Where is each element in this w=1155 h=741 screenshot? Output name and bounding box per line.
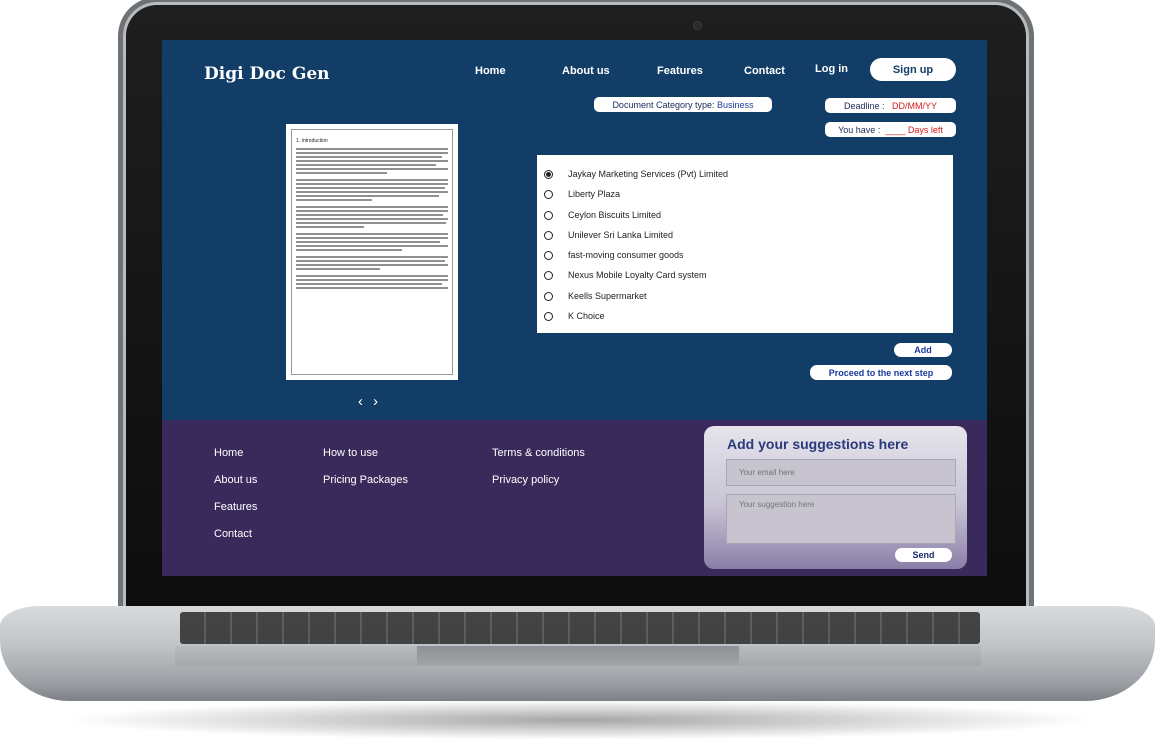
keyboard bbox=[180, 612, 980, 644]
footer-about[interactable]: About us bbox=[214, 474, 257, 486]
option-label: fast-moving consumer goods bbox=[568, 250, 684, 260]
deadline-value: DD/MM/YY bbox=[892, 100, 938, 111]
footer-pricing[interactable]: Pricing Packages bbox=[323, 474, 408, 486]
option-3[interactable]: Unilever Sri Lanka Limited bbox=[544, 228, 673, 242]
radio-icon[interactable] bbox=[544, 270, 553, 280]
trackpad-notch bbox=[417, 646, 739, 666]
email-field[interactable] bbox=[726, 459, 956, 486]
option-label: Nexus Mobile Loyalty Card system bbox=[568, 270, 707, 280]
signup-button[interactable]: Sign up bbox=[870, 58, 956, 81]
option-0[interactable]: Jaykay Marketing Services (Pvt) Limited bbox=[544, 167, 728, 181]
logo: Digi Doc Gen bbox=[204, 64, 330, 84]
login-link[interactable]: Log in bbox=[815, 63, 848, 75]
main-area: Digi Doc Gen Home About us Features Cont… bbox=[162, 40, 987, 420]
option-2[interactable]: Ceylon Biscuits Limited bbox=[544, 208, 661, 222]
option-5[interactable]: Nexus Mobile Loyalty Card system bbox=[544, 268, 707, 282]
deadline-label: Deadline : bbox=[843, 100, 885, 111]
footer-contact[interactable]: Contact bbox=[214, 528, 252, 540]
option-1[interactable]: Liberty Plaza bbox=[544, 187, 620, 201]
category-badge: Document Category type: Business bbox=[594, 97, 772, 112]
category-value: Business bbox=[717, 99, 754, 110]
nav-features[interactable]: Features bbox=[657, 65, 703, 77]
radio-icon[interactable] bbox=[544, 291, 553, 301]
company-options-list: Jaykay Marketing Services (Pvt) Limited … bbox=[537, 155, 953, 333]
days-left-label: You have : bbox=[838, 124, 881, 135]
option-label: Keells Supermarket bbox=[568, 291, 647, 301]
radio-icon[interactable] bbox=[544, 189, 553, 199]
footer-features[interactable]: Features bbox=[214, 501, 257, 513]
option-6[interactable]: Keells Supermarket bbox=[544, 289, 647, 303]
days-left-value: ____ Days left bbox=[885, 124, 943, 135]
suggestion-field[interactable] bbox=[726, 494, 956, 544]
nav-contact[interactable]: Contact bbox=[744, 65, 785, 77]
option-label: K Choice bbox=[568, 311, 605, 321]
radio-icon[interactable] bbox=[544, 210, 553, 220]
radio-icon[interactable] bbox=[544, 250, 553, 260]
radio-icon[interactable] bbox=[544, 230, 553, 240]
footer-terms[interactable]: Terms & conditions bbox=[492, 447, 585, 459]
proceed-button[interactable]: Proceed to the next step bbox=[810, 365, 952, 380]
document-preview: 1. Introduction bbox=[286, 124, 458, 380]
nav-home[interactable]: Home bbox=[475, 65, 506, 77]
chevron-right-icon[interactable]: › bbox=[373, 393, 378, 410]
suggestion-box: Add your suggestions here Send bbox=[704, 426, 967, 569]
footer-how-to-use[interactable]: How to use bbox=[323, 447, 378, 459]
option-7[interactable]: K Choice bbox=[544, 309, 605, 323]
suggestion-title: Add your suggestions here bbox=[727, 436, 909, 452]
screen: Digi Doc Gen Home About us Features Cont… bbox=[162, 40, 987, 576]
option-4[interactable]: fast-moving consumer goods bbox=[544, 248, 684, 262]
option-label: Unilever Sri Lanka Limited bbox=[568, 230, 674, 240]
option-label: Liberty Plaza bbox=[568, 189, 621, 199]
footer: Home About us Features Contact How to us… bbox=[162, 420, 987, 576]
footer-home[interactable]: Home bbox=[214, 447, 243, 459]
option-label: Jaykay Marketing Services (Pvt) Limited bbox=[568, 169, 729, 179]
days-left-badge: You have : ____ Days left bbox=[825, 122, 956, 137]
nav-about[interactable]: About us bbox=[562, 65, 610, 77]
camera-icon bbox=[693, 21, 702, 30]
chevron-left-icon[interactable]: ‹ bbox=[358, 393, 363, 410]
radio-icon[interactable] bbox=[544, 169, 553, 179]
footer-privacy[interactable]: Privacy policy bbox=[492, 474, 559, 486]
send-button[interactable]: Send bbox=[895, 548, 952, 562]
laptop-shadow bbox=[60, 700, 1100, 740]
category-label: Document Category type: bbox=[612, 99, 715, 110]
add-button[interactable]: Add bbox=[894, 343, 952, 357]
document-heading: 1. Introduction bbox=[296, 138, 328, 144]
radio-icon[interactable] bbox=[544, 311, 553, 321]
preview-pager: ‹ › bbox=[358, 393, 378, 410]
deadline-badge: Deadline : DD/MM/YY bbox=[825, 98, 956, 113]
option-label: Ceylon Biscuits Limited bbox=[568, 210, 662, 220]
